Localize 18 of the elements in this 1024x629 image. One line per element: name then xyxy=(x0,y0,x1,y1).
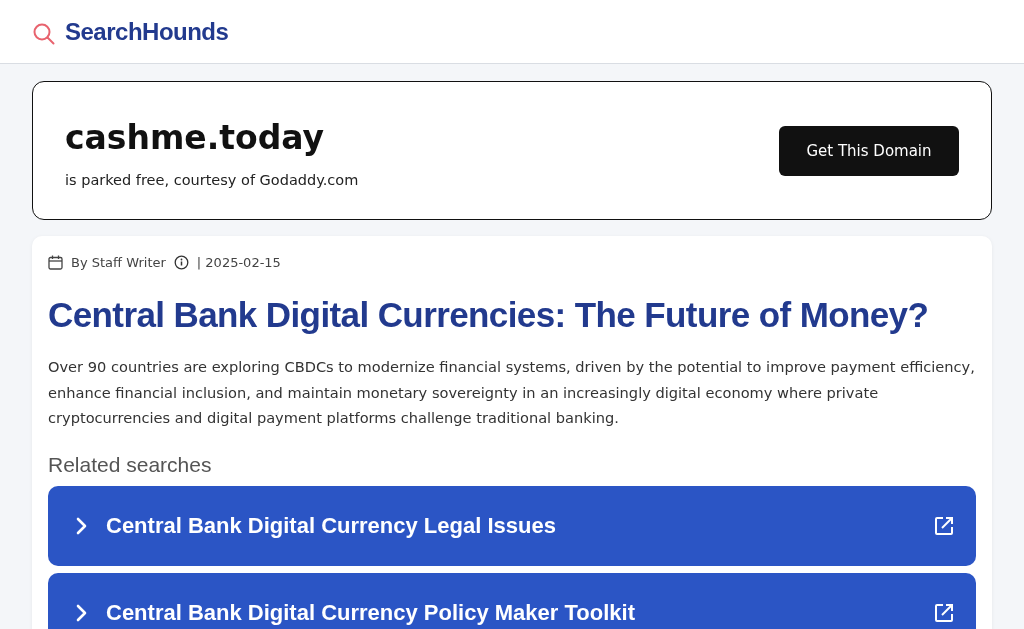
related-search-link[interactable]: Central Bank Digital Currency Policy Maker Toolkit xyxy=(48,572,976,629)
calendar-icon xyxy=(48,254,63,270)
get-domain-button[interactable]: Get This Domain xyxy=(779,125,959,176)
chevron-right-icon xyxy=(76,603,88,622)
domain-name: cashme.today xyxy=(65,117,326,158)
article-summary: Over 90 countries are exploring CBDCs to modernize financial systems, driven by the potential to improve payment efficiency, enhance financial inclusion, and maintain monetary sovereignty in an increasingly digital economy where private cryptocurrencies and digital payment platforms challenge traditional banking. xyxy=(48,357,976,428)
related-search-link[interactable]: Central Bank Digital Currency Legal Issues xyxy=(48,485,976,566)
external-link-icon xyxy=(934,602,954,623)
info-icon xyxy=(173,254,189,270)
author-text: By Staff Writer xyxy=(71,254,166,270)
related-searches-heading: Related searches xyxy=(48,452,213,477)
article-title: Central Bank Digital Currencies: The Future of Money? xyxy=(48,294,930,336)
search-icon xyxy=(33,22,55,45)
chevron-right-icon xyxy=(76,516,88,535)
parked-note: is parked free, courtesy of Godaddy.com xyxy=(65,171,359,188)
publish-date: | 2025-02-15 xyxy=(196,254,281,270)
site-logo[interactable]: SearchHounds xyxy=(65,17,229,46)
external-link-icon xyxy=(934,515,954,536)
